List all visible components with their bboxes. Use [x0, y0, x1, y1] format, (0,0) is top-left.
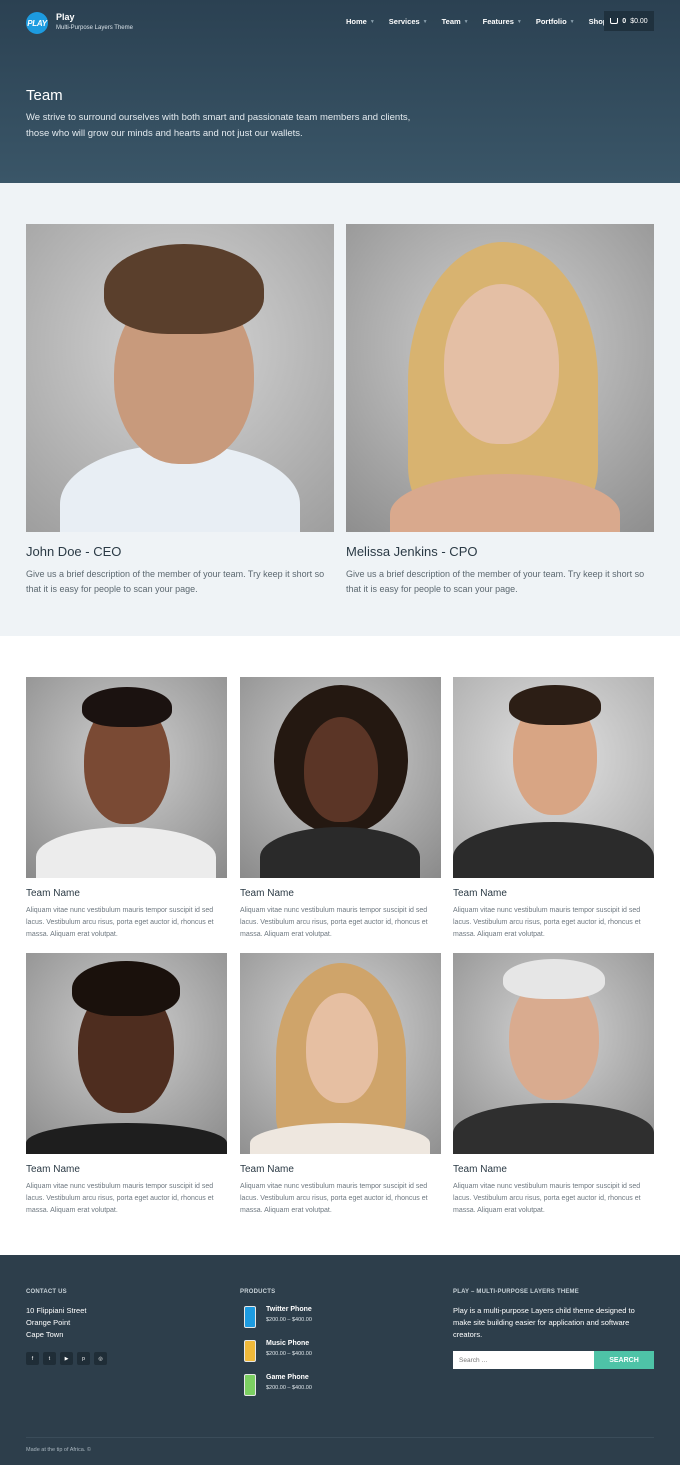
product-price: $200.00 – $400.00 — [266, 1385, 312, 1391]
nav-item-home[interactable]: Home ▼ — [346, 17, 375, 26]
phone-icon — [244, 1340, 256, 1362]
page-intro: We strive to surround ourselves with bot… — [26, 112, 411, 139]
leader-card: Melissa Jenkins - CPO Give us a brief de… — [346, 224, 654, 597]
leader-photo — [26, 224, 334, 532]
chevron-down-icon: ▼ — [369, 18, 375, 25]
nav-item-team[interactable]: Team ▼ — [442, 17, 469, 26]
search-button[interactable]: SEARCH — [594, 1351, 654, 1369]
leader-card: John Doe - CEO Give us a brief descripti… — [26, 224, 334, 597]
footer-divider — [26, 1437, 654, 1438]
site-tagline: Multi-Purpose Layers Theme — [56, 25, 133, 31]
search-input[interactable] — [453, 1351, 594, 1369]
cart-total: $0.00 — [630, 17, 648, 25]
team-member-name: Team Name — [453, 888, 507, 899]
team-card: Team Name Aliquam vitae nunc vestibulum … — [240, 953, 441, 1217]
footer-heading-products: PRODUCTS — [240, 1289, 276, 1295]
footer-search: SEARCH — [453, 1351, 654, 1369]
product-price: $200.00 – $400.00 — [266, 1351, 312, 1357]
product-item[interactable]: Music Phone $200.00 – $400.00 — [240, 1340, 312, 1362]
site-title[interactable]: Play — [56, 12, 75, 22]
product-price: $200.00 – $400.00 — [266, 1317, 312, 1323]
nav-label: Portfolio — [535, 17, 567, 26]
main-nav: Home ▼ Services ▼ Team ▼ Features ▼ Portfoli… — [346, 17, 629, 26]
team-member-name: Team Name — [240, 1164, 294, 1175]
chevron-down-icon: ▼ — [422, 18, 428, 25]
address-line: Orange Point — [26, 1318, 71, 1327]
cart-icon — [610, 18, 619, 24]
leader-name: Melissa Jenkins - CPO — [346, 544, 478, 559]
nav-item-portfolio[interactable]: Portfolio ▼ — [536, 17, 575, 26]
leader-name: John Doe - CEO — [26, 544, 122, 559]
team-photo — [26, 953, 227, 1154]
product-name: Music Phone — [266, 1340, 310, 1347]
facebook-icon[interactable]: f — [26, 1352, 39, 1365]
team-card: Team Name Aliquam vitae nunc vestibulum … — [240, 677, 441, 941]
team-member-description: Aliquam vitae nunc vestibulum mauris tem… — [453, 1183, 641, 1214]
team-card: Team Name Aliquam vitae nunc vestibulum … — [453, 953, 654, 1217]
team-card: Team Name Aliquam vitae nunc vestibulum … — [26, 677, 227, 941]
twitter-icon[interactable]: t — [43, 1352, 56, 1365]
team-card: Team Name Aliquam vitae nunc vestibulum … — [26, 953, 227, 1217]
team-photo — [453, 677, 654, 878]
address-line: Cape Town — [26, 1330, 64, 1339]
team-member-description: Aliquam vitae nunc vestibulum mauris tem… — [26, 1183, 214, 1214]
page-header: PLAY Play Multi-Purpose Layers Theme Hom… — [0, 0, 680, 183]
page-title: Team — [26, 87, 63, 104]
team-member-description: Aliquam vitae nunc vestibulum mauris tem… — [453, 907, 641, 938]
nav-item-services[interactable]: Services ▼ — [389, 17, 428, 26]
team-member-description: Aliquam vitae nunc vestibulum mauris tem… — [26, 907, 214, 938]
product-name: Twitter Phone — [266, 1306, 312, 1313]
chevron-down-icon: ▼ — [516, 18, 522, 25]
nav-label: Team — [441, 17, 461, 26]
youtube-icon[interactable]: ▶ — [60, 1352, 73, 1365]
dribbble-icon[interactable]: ◎ — [94, 1352, 107, 1365]
nav-item-features[interactable]: Features ▼ — [483, 17, 522, 26]
nav-label: Home — [346, 17, 367, 26]
team-member-name: Team Name — [26, 1164, 80, 1175]
product-item[interactable]: Twitter Phone $200.00 – $400.00 — [240, 1306, 312, 1328]
site-footer: CONTACT US 10 Flippiani Street Orange Po… — [0, 1255, 680, 1465]
product-name: Game Phone — [266, 1374, 309, 1381]
chevron-down-icon: ▼ — [569, 18, 575, 25]
team-member-description: Aliquam vitae nunc vestibulum mauris tem… — [240, 907, 428, 938]
team-photo — [240, 953, 441, 1154]
footer-about-text: Play is a multi-purpose Layers child the… — [453, 1306, 635, 1339]
product-item[interactable]: Game Phone $200.00 – $400.00 — [240, 1374, 312, 1396]
team-member-name: Team Name — [240, 888, 294, 899]
team-member-name: Team Name — [453, 1164, 507, 1175]
copyright-text: Made at the tip of Africa. © — [26, 1447, 91, 1453]
nav-label: Services — [388, 17, 420, 26]
footer-address: 10 Flippiani Street Orange Point Cape To… — [26, 1305, 86, 1341]
team-photo — [26, 677, 227, 878]
team-photo — [453, 953, 654, 1154]
leadership-section: John Doe - CEO Give us a brief descripti… — [0, 183, 680, 636]
team-member-name: Team Name — [26, 888, 80, 899]
footer-heading-about: PLAY – MULTI-PURPOSE LAYERS THEME — [453, 1289, 579, 1295]
phone-icon — [244, 1306, 256, 1328]
cart-button[interactable]: 0 $0.00 — [604, 11, 654, 31]
cart-count: 0 — [622, 17, 627, 25]
nav-label: Features — [482, 17, 514, 26]
team-photo — [240, 677, 441, 878]
footer-heading-contact: CONTACT US — [26, 1289, 67, 1295]
leader-photo — [346, 224, 654, 532]
social-links: f t ▶ p ◎ — [26, 1352, 107, 1365]
team-card: Team Name Aliquam vitae nunc vestibulum … — [453, 677, 654, 941]
site-logo[interactable]: PLAY — [26, 12, 48, 34]
address-line: 10 Flippiani Street — [26, 1306, 87, 1315]
chevron-down-icon: ▼ — [463, 18, 469, 25]
leader-description: Give us a brief description of the membe… — [26, 569, 325, 594]
leader-description: Give us a brief description of the membe… — [346, 569, 645, 594]
team-grid-section: Team Name Aliquam vitae nunc vestibulum … — [0, 636, 680, 1255]
pinterest-icon[interactable]: p — [77, 1352, 90, 1365]
team-member-description: Aliquam vitae nunc vestibulum mauris tem… — [240, 1183, 428, 1214]
phone-icon — [244, 1374, 256, 1396]
